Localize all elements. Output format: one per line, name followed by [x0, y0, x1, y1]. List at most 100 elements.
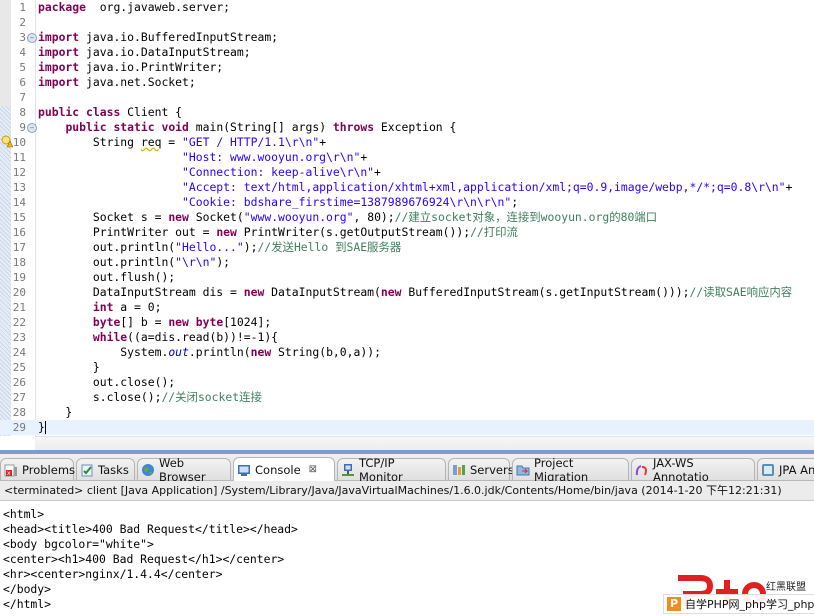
- code-text: DataInputStream dis = new DataInputStrea…: [38, 285, 793, 299]
- line-number: 10: [12, 136, 26, 149]
- code-text: "Connection: keep-alive\r\n"+: [182, 165, 381, 179]
- tab-tasks[interactable]: Tasks: [76, 458, 135, 480]
- code-text: out.println("\r\n");: [38, 255, 231, 269]
- code-line[interactable]: 8 public class Client {: [0, 105, 814, 120]
- code-text: out.flush();: [38, 270, 176, 284]
- code-text: import java.io.BufferedInputStream;: [38, 30, 279, 44]
- close-tab-icon[interactable]: ⊠: [309, 464, 317, 475]
- code-text: import java.io.PrintWriter;: [38, 60, 224, 74]
- code-text: byte[] b = new byte[1024];: [92, 315, 272, 329]
- code-line[interactable]: 14 "Cookie: bdshare_firstime=13879896769…: [0, 195, 814, 210]
- code-line[interactable]: 9− public static void main(String[] args…: [0, 120, 814, 135]
- code-line[interactable]: 17 out.println("Hello...");//发送Hello 到SA…: [0, 240, 814, 255]
- code-text: out.close();: [38, 375, 176, 389]
- code-line[interactable]: 5 import java.io.PrintWriter;: [0, 60, 814, 75]
- code-line[interactable]: 23 while((a=dis.read(b))!=-1){: [0, 330, 814, 345]
- code-line[interactable]: 25 }: [0, 360, 814, 375]
- code-text: }: [38, 405, 73, 419]
- console-output-line: </html>: [3, 597, 52, 611]
- line-number: 22: [12, 316, 26, 329]
- tab-project-migration[interactable]: Project Migration: [512, 456, 629, 484]
- console-output-line: <center><h1>400 Bad Request</h1></center…: [3, 552, 285, 566]
- code-line[interactable]: 29}: [0, 420, 814, 435]
- line-number: 16: [12, 226, 26, 239]
- folder-migration-icon: [516, 463, 530, 477]
- code-line[interactable]: 3− import java.io.BufferedInputStream;: [0, 30, 814, 45]
- code-text: package org.javaweb.server;: [38, 0, 231, 14]
- code-line[interactable]: 1 package org.javaweb.server;: [0, 0, 814, 15]
- code-line[interactable]: 20 DataInputStream dis = new DataInputSt…: [0, 285, 814, 300]
- line-number: 29: [12, 421, 26, 434]
- tab-tcp-ip-monitor[interactable]: TCP/IP Monitor: [337, 456, 446, 484]
- line-number: 27: [12, 391, 26, 404]
- code-text: import java.net.Socket;: [38, 75, 196, 89]
- line-number: 15: [12, 211, 26, 224]
- watermark-banner-text: 自学PHP网_php学习_php教: [685, 598, 814, 611]
- tab-problems[interactable]: x Problems: [0, 458, 76, 480]
- code-line[interactable]: 4 import java.io.DataInputStream;: [0, 45, 814, 60]
- line-number: 3: [19, 31, 26, 44]
- line-number: 28: [12, 406, 26, 419]
- tab-label: Problems: [22, 462, 76, 477]
- code-line[interactable]: 26 out.close();: [0, 375, 814, 390]
- code-text: while((a=dis.read(b))!=-1){: [92, 330, 279, 344]
- code-line[interactable]: 18 out.println("\r\n");: [0, 255, 814, 270]
- line-number: 9: [19, 121, 26, 134]
- jpa-icon: [761, 463, 775, 477]
- line-number: 23: [12, 331, 26, 344]
- code-text: System.out.println(new String(b,0,a));: [38, 345, 381, 359]
- editor-horizontal-scrollbar[interactable]: [35, 436, 814, 451]
- line-number: 4: [19, 46, 26, 59]
- line-number: 19: [12, 271, 26, 284]
- console-output-line: <body bgcolor="white">: [3, 537, 154, 551]
- console-status-line: <terminated> client [Java Application] /…: [0, 481, 814, 501]
- code-line[interactable]: 21 int a = 0;: [0, 300, 814, 315]
- line-number: 2: [19, 16, 26, 29]
- code-line[interactable]: 15 Socket s = new Socket("www.wooyun.org…: [0, 210, 814, 225]
- tab-jpa-an[interactable]: JPA An: [757, 458, 814, 480]
- tab-web-browser[interactable]: Web Browser: [137, 456, 231, 484]
- watermark-banner[interactable]: P 自学PHP网_php学习_php教: [663, 594, 814, 614]
- line-number: 24: [12, 346, 26, 359]
- tab-jax-ws-annotatio[interactable]: JAX-WS Annotatio: [631, 456, 755, 484]
- line-number: 5: [19, 61, 26, 74]
- line-number: 11: [12, 151, 26, 164]
- tab-label: TCP/IP Monitor: [359, 455, 403, 484]
- code-line[interactable]: 12 "Connection: keep-alive\r\n"+: [0, 165, 814, 180]
- code-line[interactable]: 19 out.flush();: [0, 270, 814, 285]
- console-output-line: <html>: [3, 507, 45, 521]
- code-line[interactable]: 27 s.close();//关闭socket连接: [0, 390, 814, 405]
- code-line[interactable]: 13 "Accept: text/html,application/xhtml+…: [0, 180, 814, 195]
- code-line[interactable]: 22 byte[] b = new byte[1024];: [0, 315, 814, 330]
- code-line[interactable]: 10 String req = "GET / HTTP/1.1\r\n"+: [0, 135, 814, 150]
- tab-label: JPA An: [779, 462, 814, 477]
- code-line[interactable]: 28 }: [0, 405, 814, 420]
- line-number: 13: [12, 181, 26, 194]
- fold-collapse-icon[interactable]: −: [27, 33, 37, 43]
- fold-collapse-icon[interactable]: −: [27, 123, 37, 133]
- code-line[interactable]: 6 import java.net.Socket;: [0, 75, 814, 90]
- console-icon: [237, 463, 251, 477]
- tab-console[interactable]: Console ⊠: [233, 457, 335, 481]
- code-line[interactable]: 24 System.out.println(new String(b,0,a))…: [0, 345, 814, 360]
- code-editor[interactable]: 1 package org.javaweb.server; 2 3− import ja…: [0, 0, 814, 452]
- code-text: int a = 0;: [92, 300, 162, 314]
- code-text: import java.io.DataInputStream;: [38, 45, 251, 59]
- tab-label: Servers: [470, 462, 514, 477]
- code-line[interactable]: 7: [0, 90, 814, 105]
- bottom-panel-tabbar: x Problems Tasks Web Browser Console ⊠ TCP/IP …: [0, 454, 814, 484]
- line-number: 7: [19, 91, 26, 104]
- code-line[interactable]: 16 PrintWriter out = new PrintWriter(s.g…: [0, 225, 814, 240]
- code-line[interactable]: 11 "Host: www.wooyun.org\r\n"+: [0, 150, 814, 165]
- code-text: String req = "GET / HTTP/1.1\r\n"+: [38, 135, 327, 149]
- tab-servers[interactable]: Servers: [448, 458, 514, 480]
- code-text: PrintWriter out = new PrintWriter(s.getO…: [38, 225, 518, 239]
- line-number: 14: [12, 196, 26, 209]
- code-line[interactable]: 2: [0, 15, 814, 30]
- line-number: 1: [19, 1, 26, 14]
- line-number: 18: [12, 256, 26, 269]
- tab-label: Console: [255, 462, 301, 477]
- text-cursor: [44, 421, 46, 434]
- line-number: 21: [12, 301, 26, 314]
- code-text: }: [38, 360, 100, 374]
